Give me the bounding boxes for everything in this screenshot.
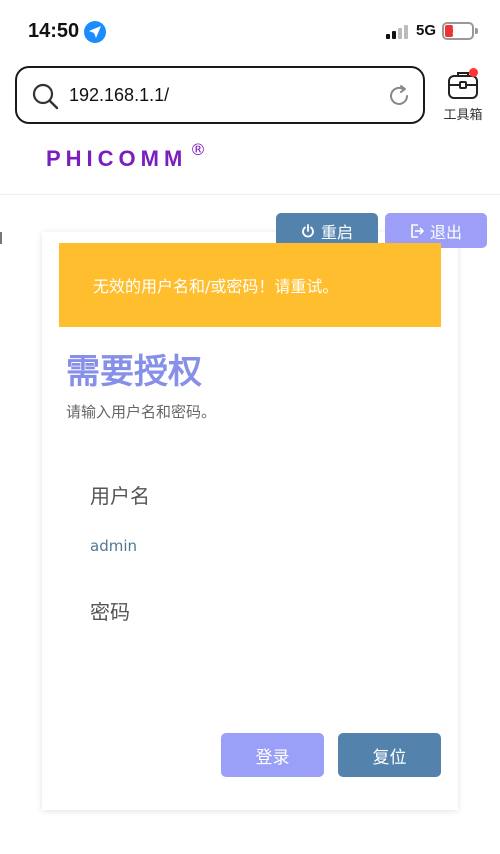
location-arrow-icon xyxy=(84,21,106,43)
battery-tip xyxy=(475,28,478,34)
error-alert-text: 无效的用户名和/或密码！请重试。 xyxy=(93,277,339,296)
reboot-label: 重启 xyxy=(320,222,353,242)
toolbox-icon xyxy=(445,68,481,102)
notification-dot xyxy=(469,68,478,77)
brand-logo: PHICOMM xyxy=(46,146,188,171)
network-type: 5G xyxy=(416,22,437,39)
toolbox-label: 工具箱 xyxy=(443,108,483,123)
password-input[interactable] xyxy=(76,640,332,688)
reload-icon[interactable] xyxy=(387,84,411,108)
header-divider xyxy=(0,194,500,195)
username-label: 用户名 xyxy=(90,484,150,508)
brand-registered-mark: ® xyxy=(190,140,206,159)
page-subtitle: 请输入用户名和密码。 xyxy=(66,403,217,421)
password-label: 密码 xyxy=(90,600,130,624)
address-bar[interactable]: 192.168.1.1/ xyxy=(15,66,425,124)
power-icon xyxy=(302,223,314,237)
login-button-label: 登录 xyxy=(255,747,290,768)
error-alert: 无效的用户名和/或密码！请重试。 xyxy=(59,243,441,327)
search-icon xyxy=(32,83,59,110)
status-time: 14:50 xyxy=(28,20,80,42)
status-bar: 14:50 5G 17 xyxy=(0,0,500,60)
login-button[interactable]: 登录 xyxy=(221,733,324,777)
battery-level: 17 xyxy=(451,25,465,37)
toolbox-button[interactable]: 工具箱 xyxy=(436,68,490,128)
logout-label: 退出 xyxy=(429,222,462,242)
url-text[interactable]: 192.168.1.1/ xyxy=(69,85,169,106)
signal-bars-icon xyxy=(386,25,412,39)
reset-button-label: 复位 xyxy=(372,747,407,768)
reset-button[interactable]: 复位 xyxy=(338,733,441,777)
username-value[interactable]: admin xyxy=(90,537,137,555)
logout-icon xyxy=(411,223,424,238)
edge-marker xyxy=(0,232,3,244)
page-title: 需要授权 xyxy=(66,352,202,392)
battery-icon: 17 xyxy=(442,22,474,40)
